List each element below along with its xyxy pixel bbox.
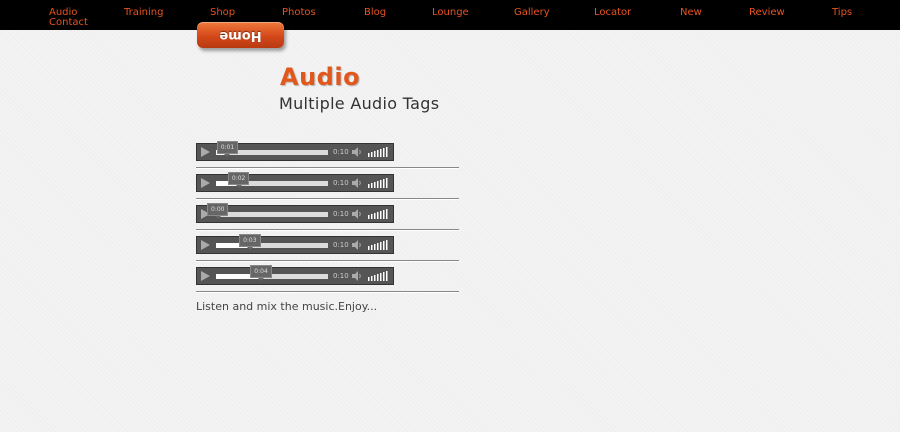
play-icon[interactable] (201, 240, 210, 250)
seek-bar[interactable]: 0:00 (207, 203, 328, 219)
divider (196, 291, 459, 293)
current-time-tooltip: 0:00 (207, 203, 229, 219)
current-time-tooltip: 0:04 (250, 265, 272, 281)
nav-link-review[interactable]: Review (749, 7, 785, 18)
volume-slider[interactable] (368, 147, 390, 157)
divider (196, 167, 459, 169)
nav-link-blog[interactable]: Blog (364, 7, 386, 18)
divider (196, 229, 459, 231)
play-icon[interactable] (201, 147, 210, 157)
audio-player: 0:03 0:10 (196, 234, 394, 254)
top-nav-bar: Audio Training Shop Photos Blog Lounge G… (0, 0, 900, 30)
speaker-icon[interactable] (352, 147, 362, 157)
nav-link-training[interactable]: Training (124, 7, 163, 18)
current-time-tooltip: 0:01 (216, 141, 239, 157)
speaker-icon[interactable] (352, 209, 362, 219)
seek-bar[interactable]: 0:03 (216, 234, 328, 250)
current-time-tooltip: 0:02 (227, 172, 250, 188)
play-icon[interactable] (201, 178, 210, 188)
duration-label: 0:10 (333, 210, 349, 218)
nav-link-contact[interactable]: Contact (49, 17, 88, 28)
audio-player: 0:00 0:10 (196, 203, 394, 223)
audio-player-block: 0:04 0:10 (196, 265, 459, 293)
nav-link-locator[interactable]: Locator (594, 7, 631, 18)
nav-link-gallery[interactable]: Gallery (514, 7, 550, 18)
page-subtitle: Multiple Audio Tags (279, 94, 440, 113)
nav-link-lounge[interactable]: Lounge (432, 7, 469, 18)
nav-link-photos[interactable]: Photos (282, 7, 316, 18)
seek-bar[interactable]: 0:01 (216, 141, 328, 157)
volume-slider[interactable] (368, 240, 390, 250)
current-time-tooltip: 0:03 (239, 234, 261, 250)
seek-bar[interactable]: 0:04 (216, 265, 328, 281)
duration-label: 0:10 (333, 241, 349, 249)
audio-player-block: 0:03 0:10 (196, 234, 459, 262)
audio-player: 0:01 0:10 (196, 141, 394, 161)
duration-label: 0:10 (333, 272, 349, 280)
speaker-icon[interactable] (352, 240, 362, 250)
footer-text: Listen and mix the music.Enjoy... (196, 300, 378, 313)
audio-player-block: 0:02 0:10 (196, 172, 459, 200)
home-button[interactable]: Home (197, 22, 284, 48)
audio-player: 0:02 0:10 (196, 172, 394, 192)
seek-bar[interactable]: 0:02 (216, 172, 328, 188)
audio-player-block: 0:00 0:10 (196, 203, 459, 231)
page-title: Audio (280, 63, 361, 91)
nav-link-tips[interactable]: Tips (832, 7, 852, 18)
divider (196, 260, 459, 262)
nav-link-shop[interactable]: Shop (210, 7, 235, 18)
volume-slider[interactable] (368, 271, 390, 281)
home-button-label: Home (219, 28, 262, 43)
audio-player-block: 0:01 0:10 (196, 141, 459, 169)
nav-link-new[interactable]: New (680, 7, 702, 18)
duration-label: 0:10 (333, 179, 349, 187)
volume-slider[interactable] (368, 178, 390, 188)
play-icon[interactable] (201, 271, 210, 281)
speaker-icon[interactable] (352, 178, 362, 188)
divider (196, 198, 459, 200)
speaker-icon[interactable] (352, 271, 362, 281)
duration-label: 0:10 (333, 148, 349, 156)
audio-player: 0:04 0:10 (196, 265, 394, 285)
volume-slider[interactable] (368, 209, 390, 219)
